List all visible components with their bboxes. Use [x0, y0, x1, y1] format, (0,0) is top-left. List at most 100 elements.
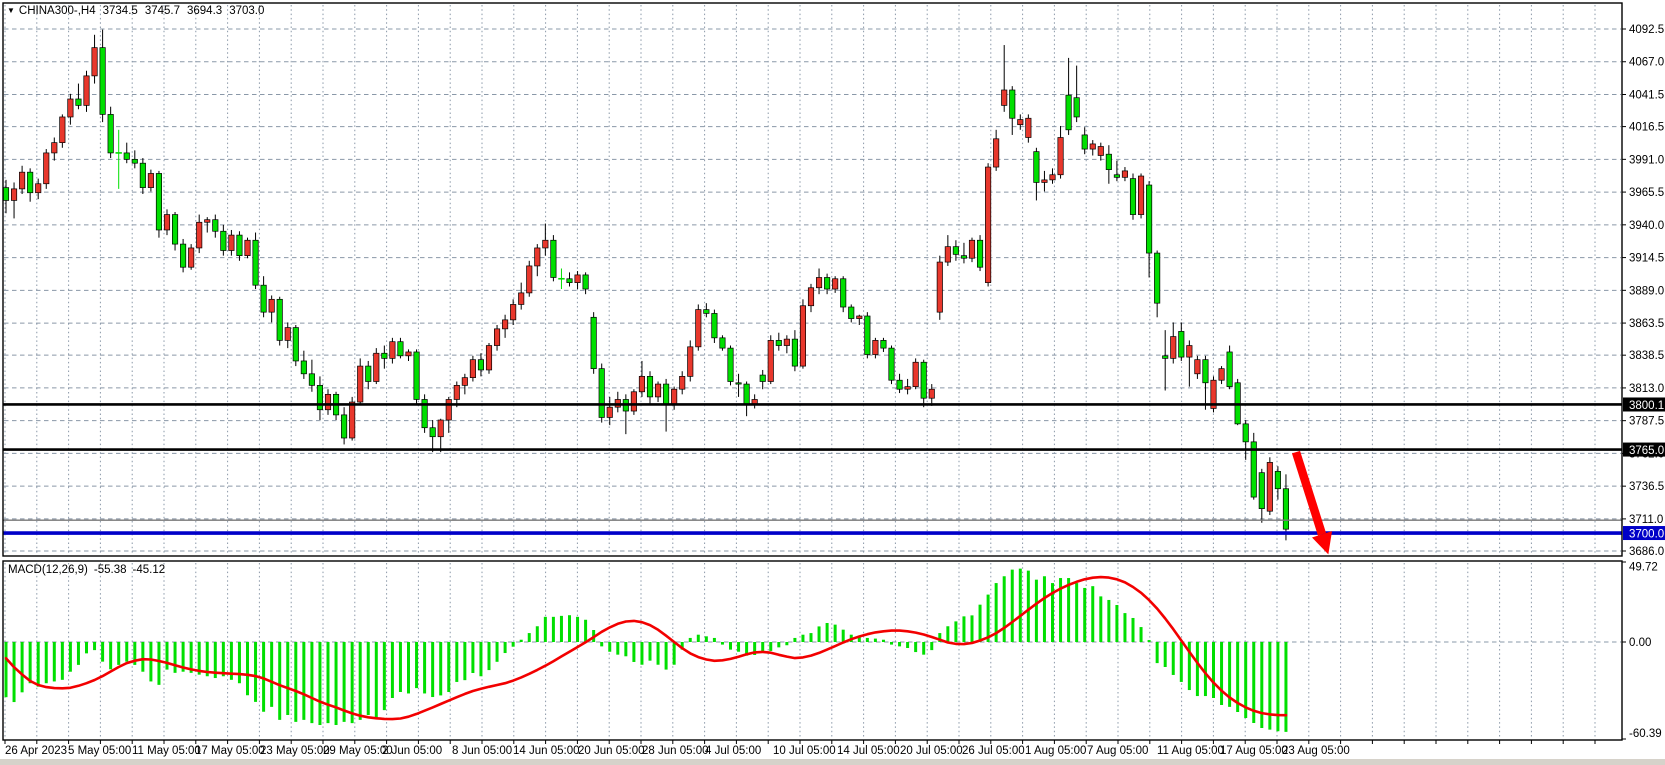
- date-label: 7 Aug 05:00: [1087, 745, 1148, 757]
- candle-body: [663, 384, 668, 405]
- candle-body: [865, 316, 870, 355]
- price-axis[interactable]: 4092.54067.04041.54016.53991.03965.53940…: [1622, 24, 1665, 558]
- window-bottom-edge: [0, 759, 1665, 765]
- candle-body: [1018, 120, 1023, 125]
- candle-body: [3, 188, 8, 201]
- candle-body: [68, 99, 73, 117]
- macd-name: MACD(12,26,9): [8, 564, 88, 576]
- price-axis-label: 3965.5: [1629, 187, 1664, 199]
- candle-body: [599, 369, 604, 418]
- candle-body: [977, 240, 982, 267]
- candle-body: [1275, 471, 1280, 488]
- macd-axis[interactable]: 49.720.00-60.39: [1622, 562, 1662, 741]
- symbol-header: ▼CHINA300-,H43734.53745.73694.33703.0: [7, 5, 264, 17]
- ohlc-high: 3745.7: [145, 5, 180, 17]
- candle-body: [293, 328, 298, 361]
- macd-axis-label: -60.39: [1629, 728, 1662, 740]
- candle-body: [857, 316, 862, 319]
- candle-body: [1042, 180, 1047, 183]
- candle-body: [1114, 175, 1119, 178]
- candle-body: [180, 244, 185, 267]
- price-axis-label: 4041.5: [1629, 89, 1664, 101]
- candle-body: [969, 240, 974, 258]
- candle-body: [438, 420, 443, 437]
- candle-body: [929, 389, 934, 398]
- date-label: 11 May 05:00: [132, 745, 201, 757]
- date-label: 14 Jun 05:00: [513, 745, 580, 757]
- candle-body: [197, 222, 202, 248]
- price-axis-label: 3838.5: [1629, 350, 1664, 362]
- date-label: 26 Jul 05:00: [962, 745, 1025, 757]
- candle-body: [519, 293, 524, 305]
- candle-body: [567, 279, 572, 283]
- date-label: 17 May 05:00: [195, 745, 265, 757]
- candle-body: [84, 76, 89, 106]
- candle-body: [510, 304, 515, 319]
- candle-body: [36, 184, 41, 193]
- candle-body: [19, 172, 24, 189]
- candle-body: [502, 320, 507, 329]
- candle-body: [1179, 331, 1184, 357]
- candle-body: [285, 328, 290, 341]
- price-axis-label: 3991.0: [1629, 154, 1664, 166]
- candle-body: [1154, 253, 1159, 303]
- candle-body: [309, 374, 314, 386]
- candle-body: [688, 347, 693, 377]
- candle-body: [406, 352, 411, 356]
- candle-body: [478, 360, 483, 370]
- date-label: 20 Jun 05:00: [578, 745, 645, 757]
- candle-body: [100, 48, 105, 115]
- candle-body: [317, 385, 322, 409]
- candle-body: [341, 415, 346, 438]
- macd-histogram: [6, 569, 1286, 732]
- price-axis-label: 3863.5: [1629, 318, 1664, 330]
- candle-body: [205, 220, 210, 223]
- candle-body: [736, 383, 741, 384]
- ohlc-close: 3703.0: [229, 5, 264, 17]
- price-axis-label: 4016.5: [1629, 122, 1664, 134]
- candle-body: [148, 173, 153, 187]
- date-label: 4 Jul 05:00: [705, 745, 761, 757]
- price-tag-3700.0: 3700.0: [1623, 526, 1665, 541]
- candle-body: [639, 376, 644, 391]
- candle-body: [1283, 489, 1288, 529]
- time-axis[interactable]: 26 Apr 20235 May 05:0011 May 05:0017 May…: [5, 740, 1595, 757]
- trend-arrow[interactable]: [1296, 452, 1332, 554]
- chart-canvas[interactable]: 4092.54067.04041.54016.53991.03965.53940…: [0, 0, 1665, 765]
- candle-body: [1026, 118, 1031, 137]
- candle-body: [213, 220, 218, 232]
- candle-body: [92, 48, 97, 76]
- ohlc-low: 3694.3: [187, 5, 222, 17]
- candle-body: [784, 339, 789, 345]
- candle-body: [76, 99, 81, 105]
- candle-body: [816, 277, 821, 287]
- candle-body: [808, 288, 813, 306]
- candle-body: [52, 143, 57, 153]
- candle-body: [245, 240, 250, 255]
- candle-body: [1203, 360, 1208, 383]
- candle-body: [382, 353, 387, 358]
- candle-body: [1227, 352, 1232, 387]
- candle-body: [744, 384, 749, 405]
- price-axis-label: 4092.5: [1629, 24, 1664, 36]
- chart-expander-icon[interactable]: ▼: [7, 6, 15, 15]
- candle-body: [277, 299, 282, 340]
- candle-body: [221, 231, 226, 250]
- candle-body: [366, 366, 371, 381]
- candle-body: [712, 313, 717, 337]
- candle-body: [430, 428, 435, 437]
- candle-body: [462, 378, 467, 386]
- candle-body: [1098, 146, 1103, 155]
- svg-text:3765.0: 3765.0: [1629, 445, 1664, 457]
- svg-text:3800.1: 3800.1: [1629, 400, 1664, 412]
- macd-axis-label: 49.72: [1629, 562, 1658, 574]
- candle-body: [172, 215, 177, 245]
- candle-body: [776, 340, 781, 345]
- candle-body: [1074, 98, 1079, 117]
- candle-body: [905, 387, 910, 390]
- candle-body: [156, 173, 161, 230]
- horizontal-line-objects[interactable]: [3, 404, 1622, 533]
- gridlines: [4, 5, 1621, 739]
- candle-body: [124, 153, 129, 159]
- candle-body: [486, 346, 491, 370]
